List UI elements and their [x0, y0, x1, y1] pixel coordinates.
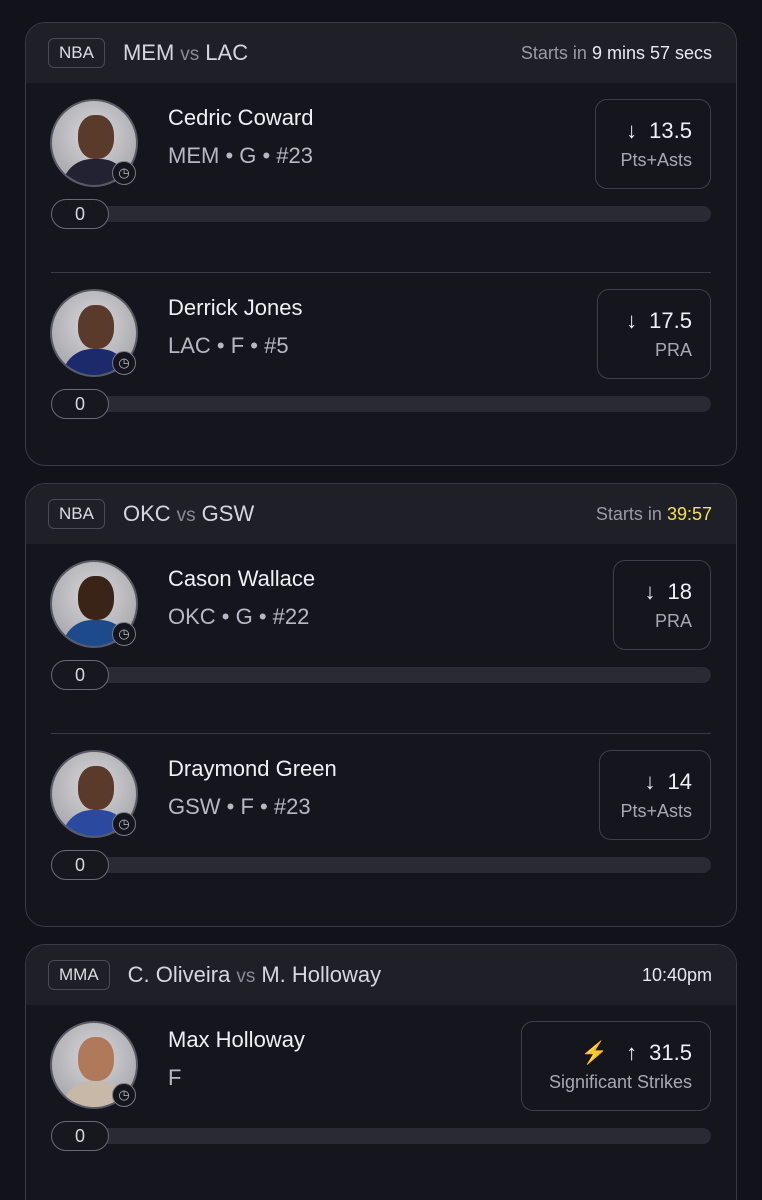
projection-box[interactable]: ⚡ ↑ 31.5 Significant Strikes: [521, 1021, 711, 1111]
line-value: 31.5: [649, 1039, 692, 1065]
vs-label: vs: [180, 44, 200, 65]
game-card-okc-gsw[interactable]: NBA OKC vs GSW Starts in 39:57 ◷ Cason W…: [25, 483, 737, 927]
matchup: C. Oliveira vs M. Holloway: [128, 962, 382, 988]
player-row[interactable]: ◷ Derrick Jones LAC • F • #5 ↓ 17.5 PRA 0: [26, 273, 736, 465]
line-value: 13.5: [649, 117, 692, 143]
player-meta: F: [168, 1065, 182, 1090]
arrow-up-icon: ↑: [626, 1039, 638, 1065]
countdown: 39:57: [666, 503, 712, 524]
progress-bar: [51, 667, 711, 683]
league-badge: NBA: [48, 499, 105, 529]
game-header: MMA C. Oliveira vs M. Holloway 10:40pm: [26, 945, 736, 1005]
progress-bar: [51, 396, 711, 412]
line-value: 18: [667, 578, 692, 604]
arrow-down-icon: ↓: [626, 117, 638, 143]
clock-icon: ◷: [112, 812, 136, 836]
progress-bar: [51, 1128, 711, 1144]
stat-type: Pts+Asts: [620, 800, 692, 821]
team-b: GSW: [201, 501, 255, 526]
projection-box[interactable]: ↓ 18 PRA: [613, 560, 711, 650]
stat-type: Pts+Asts: [620, 149, 692, 170]
team-a: C. Oliveira: [127, 962, 231, 987]
league-badge: NBA: [48, 38, 105, 68]
clock-icon: ◷: [112, 1083, 136, 1107]
team-a: MEM: [122, 40, 175, 65]
line-value: 17.5: [649, 307, 692, 333]
arrow-down-icon: ↓: [644, 578, 656, 604]
arrow-down-icon: ↓: [626, 307, 638, 333]
arrow-down-icon: ↓: [644, 768, 656, 794]
progress-value: 0: [51, 1121, 109, 1151]
player-row[interactable]: ◷ Cason Wallace OKC • G • #22 ↓ 18 PRA 0: [26, 544, 736, 734]
progress-value: 0: [51, 850, 109, 880]
game-card-oliveira-holloway[interactable]: MMA C. Oliveira vs M. Holloway 10:40pm ◷…: [25, 944, 737, 1200]
player-name: Cedric Coward: [168, 105, 314, 130]
line-value: 14: [667, 768, 692, 794]
countdown: 9 mins 57 secs: [591, 42, 712, 63]
stat-type: PRA: [654, 339, 692, 360]
progress-value: 0: [51, 199, 109, 229]
game-card-mem-lac[interactable]: NBA MEM vs LAC Starts in 9 mins 57 secs …: [25, 22, 737, 466]
player-row[interactable]: ◷ Max Holloway F ⚡ ↑ 31.5 Significant Stri…: [26, 1005, 736, 1195]
player-meta: LAC • F • #5: [168, 333, 289, 358]
player-row[interactable]: ◷ Cedric Coward MEM • G • #23 ↓ 13.5 Pts+…: [26, 83, 736, 273]
vs-label: vs: [176, 505, 196, 526]
team-b: M. Holloway: [261, 962, 382, 987]
event-time: 10:40pm: [641, 964, 712, 985]
player-meta: GSW • F • #23: [168, 794, 311, 819]
start-prefix: Starts in: [595, 503, 662, 524]
team-a: OKC: [122, 501, 171, 526]
start-prefix: Starts in: [520, 42, 587, 63]
clock-icon: ◷: [112, 161, 136, 185]
clock-icon: ◷: [112, 622, 136, 646]
start-time: Starts in 39:57: [596, 504, 712, 525]
player-meta: OKC • G • #22: [168, 604, 310, 629]
matchup: OKC vs GSW: [123, 501, 254, 527]
team-b: LAC: [205, 40, 249, 65]
lightning-bolt-icon: ⚡: [580, 1039, 609, 1065]
vs-label: vs: [236, 966, 256, 987]
projection-box[interactable]: ↓ 17.5 PRA: [597, 289, 711, 379]
game-header: NBA MEM vs LAC Starts in 9 mins 57 secs: [26, 23, 736, 83]
progress-bar: [51, 857, 711, 873]
player-name: Draymond Green: [168, 756, 337, 781]
player-name: Derrick Jones: [168, 295, 303, 320]
league-badge: MMA: [48, 960, 110, 990]
matchup: MEM vs LAC: [123, 40, 248, 66]
player-name: Max Holloway: [168, 1027, 305, 1052]
stat-type: Significant Strikes: [548, 1071, 692, 1092]
progress-bar: [51, 206, 711, 222]
start-time: Starts in 9 mins 57 secs: [521, 43, 712, 64]
clock-icon: ◷: [112, 351, 136, 375]
player-row[interactable]: ◷ Draymond Green GSW • F • #23 ↓ 14 Pts+A…: [26, 734, 736, 926]
start-time: 10:40pm: [642, 965, 712, 986]
projection-box[interactable]: ↓ 13.5 Pts+Asts: [595, 99, 711, 189]
player-meta: MEM • G • #23: [168, 143, 313, 168]
stat-type: PRA: [654, 610, 692, 631]
progress-value: 0: [51, 660, 109, 690]
progress-value: 0: [51, 389, 109, 419]
player-name: Cason Wallace: [168, 566, 316, 591]
game-header: NBA OKC vs GSW Starts in 39:57: [26, 484, 736, 544]
projection-box[interactable]: ↓ 14 Pts+Asts: [599, 750, 711, 840]
